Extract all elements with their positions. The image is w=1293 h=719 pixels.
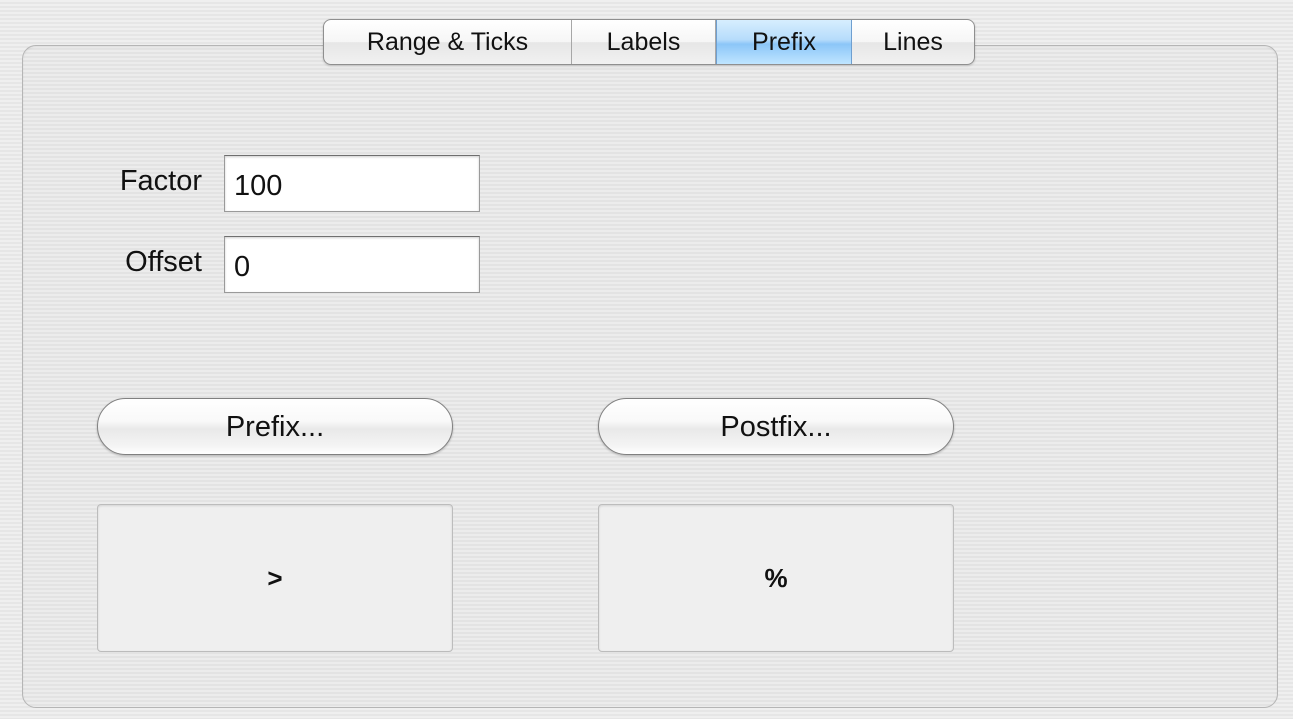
prefix-preview-text: > <box>267 562 283 593</box>
postfix-preview-text: % <box>764 562 788 593</box>
factor-field[interactable] <box>224 155 480 212</box>
tab-bar: Range & Ticks Labels Prefix Lines <box>323 19 975 65</box>
offset-label: Offset <box>125 246 202 278</box>
prefix-preview-box: > <box>97 504 453 652</box>
tab-range-ticks[interactable]: Range & Ticks <box>324 20 572 64</box>
offset-field[interactable] <box>224 236 480 293</box>
prefix-button[interactable]: Prefix... <box>97 398 453 455</box>
tab-labels[interactable]: Labels <box>572 20 716 64</box>
postfix-button[interactable]: Postfix... <box>598 398 954 455</box>
postfix-preview-box: % <box>598 504 954 652</box>
tab-prefix[interactable]: Prefix <box>716 20 852 64</box>
tab-lines[interactable]: Lines <box>852 20 974 64</box>
factor-label: Factor <box>119 165 202 197</box>
